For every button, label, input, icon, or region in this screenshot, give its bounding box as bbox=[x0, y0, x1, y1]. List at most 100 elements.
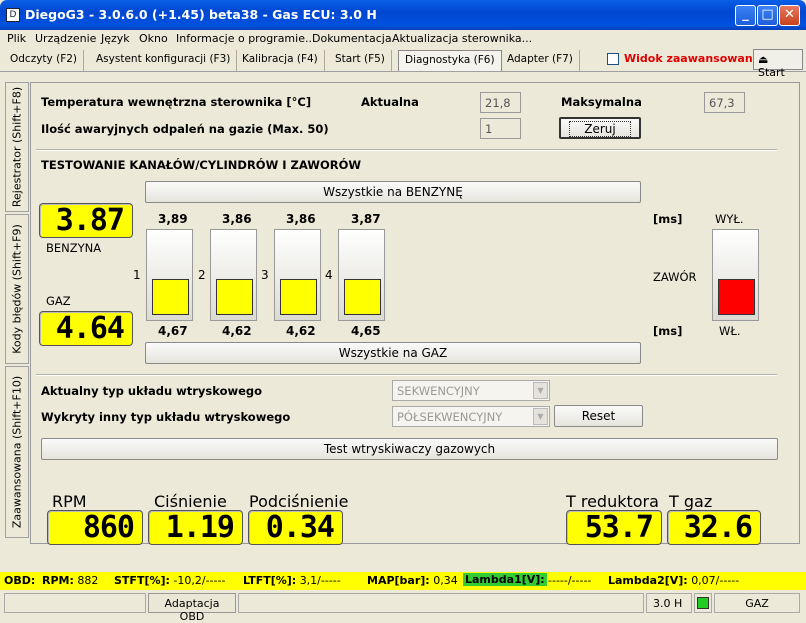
menu-dokumentacja[interactable]: Dokumentacja bbox=[312, 32, 392, 45]
side-tab-label: Kody błędów (Shift+F9) bbox=[10, 224, 24, 354]
start-button-label: Start bbox=[758, 66, 785, 79]
side-tab-kody-bledow[interactable]: Kody błędów (Shift+F9) bbox=[5, 214, 29, 364]
minimize-button[interactable]: _ bbox=[735, 5, 756, 26]
tab-diagnostyka[interactable]: Diagnostyka (F6) bbox=[398, 50, 502, 71]
temp-current-label: Aktualna bbox=[361, 95, 419, 109]
cyl2-state bbox=[216, 279, 253, 315]
cyl1-number: 1 bbox=[133, 268, 141, 282]
advanced-view-checkbox[interactable] bbox=[607, 53, 619, 65]
connection-indicator bbox=[694, 593, 712, 613]
obd-lambda2-value: 0,07/----- bbox=[691, 574, 740, 587]
valve-toggle[interactable] bbox=[712, 229, 759, 321]
tab-asystent[interactable]: Asystent konfiguracji (F3) bbox=[90, 50, 238, 71]
gas-temp-display: 32.6 bbox=[667, 510, 761, 545]
cyl4-state bbox=[344, 279, 381, 315]
cyl4-toggle[interactable] bbox=[338, 229, 385, 321]
pressure-display: 1.19 bbox=[148, 510, 243, 545]
injection-detected-label: Wykryty inny typ układu wtryskowego bbox=[41, 410, 291, 424]
reducer-temp-display: 53.7 bbox=[566, 510, 662, 545]
reset-misfire-button[interactable]: Zeruj bbox=[559, 117, 641, 139]
cyl2-toggle[interactable] bbox=[210, 229, 257, 321]
valve-off-label: WYŁ. bbox=[715, 212, 744, 226]
obd-rpm-label: RPM: bbox=[42, 574, 74, 587]
cyl3-number: 3 bbox=[261, 268, 269, 282]
divider bbox=[36, 374, 777, 376]
rpm-label: RPM bbox=[52, 492, 87, 511]
pressure-label: Ciśnienie bbox=[154, 492, 227, 511]
ms-unit-top: [ms] bbox=[653, 212, 683, 226]
obd-lambda2-label: Lambda2[V]: bbox=[608, 574, 688, 587]
obd-stft-label: STFT[%]: bbox=[114, 574, 170, 587]
cyl2-gas-value: 4,62 bbox=[222, 324, 252, 338]
status-cell bbox=[4, 593, 146, 613]
temp-max-label: Maksymalna bbox=[561, 95, 642, 109]
temp-max-field: 67,3 bbox=[704, 92, 745, 113]
title-bar: D DiegoG3 - 3.0.6.0 (+1.45) beta38 - Gas… bbox=[0, 0, 806, 30]
cyl2-petrol-value: 3,86 bbox=[222, 212, 252, 226]
cyl3-petrol-value: 3,86 bbox=[286, 212, 316, 226]
menu-urzadzenie[interactable]: Urządzenie bbox=[35, 32, 96, 45]
tab-kalibracja[interactable]: Kalibracja (F4) bbox=[236, 50, 325, 71]
window-title: DiegoG3 - 3.0.6.0 (+1.45) beta38 - Gas E… bbox=[25, 7, 377, 22]
advanced-view-label: Widok zaawansowany bbox=[624, 52, 760, 65]
temp-label: Temperatura wewnętrzna sterownika [°C] bbox=[41, 95, 312, 109]
injection-current-select: SEKWENCYJNY ▼ bbox=[392, 380, 550, 401]
app-icon: D bbox=[6, 8, 20, 22]
valve-on-label: WŁ. bbox=[719, 324, 741, 338]
cyl3-state bbox=[280, 279, 317, 315]
petrol-label: BENZYNA bbox=[46, 241, 102, 255]
cyl4-gas-value: 4,65 bbox=[351, 324, 381, 338]
menu-bar: Plik Urządzenie Język Okno Informacje o … bbox=[0, 30, 806, 47]
obd-lambda1-value: -----/----- bbox=[548, 574, 592, 587]
gas-temp-label: T gaz bbox=[669, 492, 713, 511]
obd-bar: OBD: RPM: 882 STFT[%]: -10,2/----- LTFT[… bbox=[0, 572, 806, 590]
obd-map-value: 0,34 bbox=[433, 574, 458, 587]
maximize-button[interactable]: □ bbox=[757, 5, 778, 26]
obd-prefix: OBD: bbox=[4, 574, 36, 587]
ms-unit-bottom: [ms] bbox=[653, 324, 683, 338]
injection-detected-select: PÓŁSEKWENCYJNY ▼ bbox=[392, 406, 550, 427]
status-bar: Adaptacja OBD 3.0 H GAZ bbox=[0, 591, 806, 623]
gas-time-display: 4.64 bbox=[39, 311, 133, 346]
cyl1-state bbox=[152, 279, 189, 315]
all-gas-button[interactable]: Wszystkie na GAZ bbox=[145, 342, 641, 364]
menu-okno[interactable]: Okno bbox=[139, 32, 168, 45]
test-heading: TESTOWANIE KANAŁÓW/CYLINDRÓW I ZAWORÓW bbox=[41, 158, 362, 172]
tab-start[interactable]: Start (F5) bbox=[329, 50, 392, 71]
tab-adapter[interactable]: Adapter (F7) bbox=[501, 50, 580, 71]
test-gas-injectors-button[interactable]: Test wtryskiwaczy gazowych bbox=[41, 438, 778, 460]
reset-injection-button[interactable]: Reset bbox=[554, 405, 643, 427]
divider bbox=[36, 149, 777, 151]
cyl1-toggle[interactable] bbox=[146, 229, 193, 321]
obd-stft-value: -10,2/----- bbox=[173, 574, 226, 587]
menu-informacje[interactable]: Informacje o programie... bbox=[176, 32, 315, 45]
valve-label: ZAWÓR bbox=[653, 270, 697, 284]
ecu-version: 3.0 H bbox=[646, 593, 692, 613]
obd-lambda1-label: Lambda1[V]: bbox=[465, 573, 545, 586]
cyl1-gas-value: 4,67 bbox=[158, 324, 188, 338]
reducer-temp-label: T reduktora bbox=[566, 492, 659, 511]
menu-plik[interactable]: Plik bbox=[7, 32, 26, 45]
start-button[interactable]: ⏏ Start bbox=[753, 49, 803, 79]
chevron-down-icon: ▼ bbox=[533, 408, 548, 425]
gas-label: GAZ bbox=[46, 294, 71, 308]
all-petrol-button[interactable]: Wszystkie na BENZYNĘ bbox=[145, 181, 641, 203]
reset-misfire-label: Zeruj bbox=[569, 121, 631, 137]
side-tabs: Rejestrator (Shift+F8) Kody błędów (Shif… bbox=[5, 82, 32, 542]
menu-aktualizacja[interactable]: Aktualizacja sterownika... bbox=[392, 32, 532, 45]
injection-detected-value: PÓŁSEKWENCYJNY bbox=[397, 410, 503, 424]
obd-adaptation-button[interactable]: Adaptacja OBD bbox=[148, 593, 236, 623]
obd-map-label: MAP[bar]: bbox=[367, 574, 430, 587]
menu-jezyk[interactable]: Język bbox=[101, 32, 130, 45]
close-button[interactable]: ✕ bbox=[779, 5, 800, 26]
cyl4-number: 4 bbox=[325, 268, 333, 282]
side-tab-zaawansowana[interactable]: Zaawansowana (Shift+F10) bbox=[5, 366, 29, 538]
vacuum-label: Podciśnienie bbox=[249, 492, 349, 511]
cyl3-toggle[interactable] bbox=[274, 229, 321, 321]
eject-icon: ⏏ bbox=[758, 53, 769, 66]
obd-ltft-label: LTFT[%]: bbox=[243, 574, 297, 587]
misfire-field: 1 bbox=[480, 118, 521, 139]
tab-odczyty[interactable]: Odczyty (F2) bbox=[4, 50, 85, 71]
side-tab-rejestrator[interactable]: Rejestrator (Shift+F8) bbox=[5, 82, 29, 212]
fuel-mode: GAZ bbox=[714, 593, 800, 613]
